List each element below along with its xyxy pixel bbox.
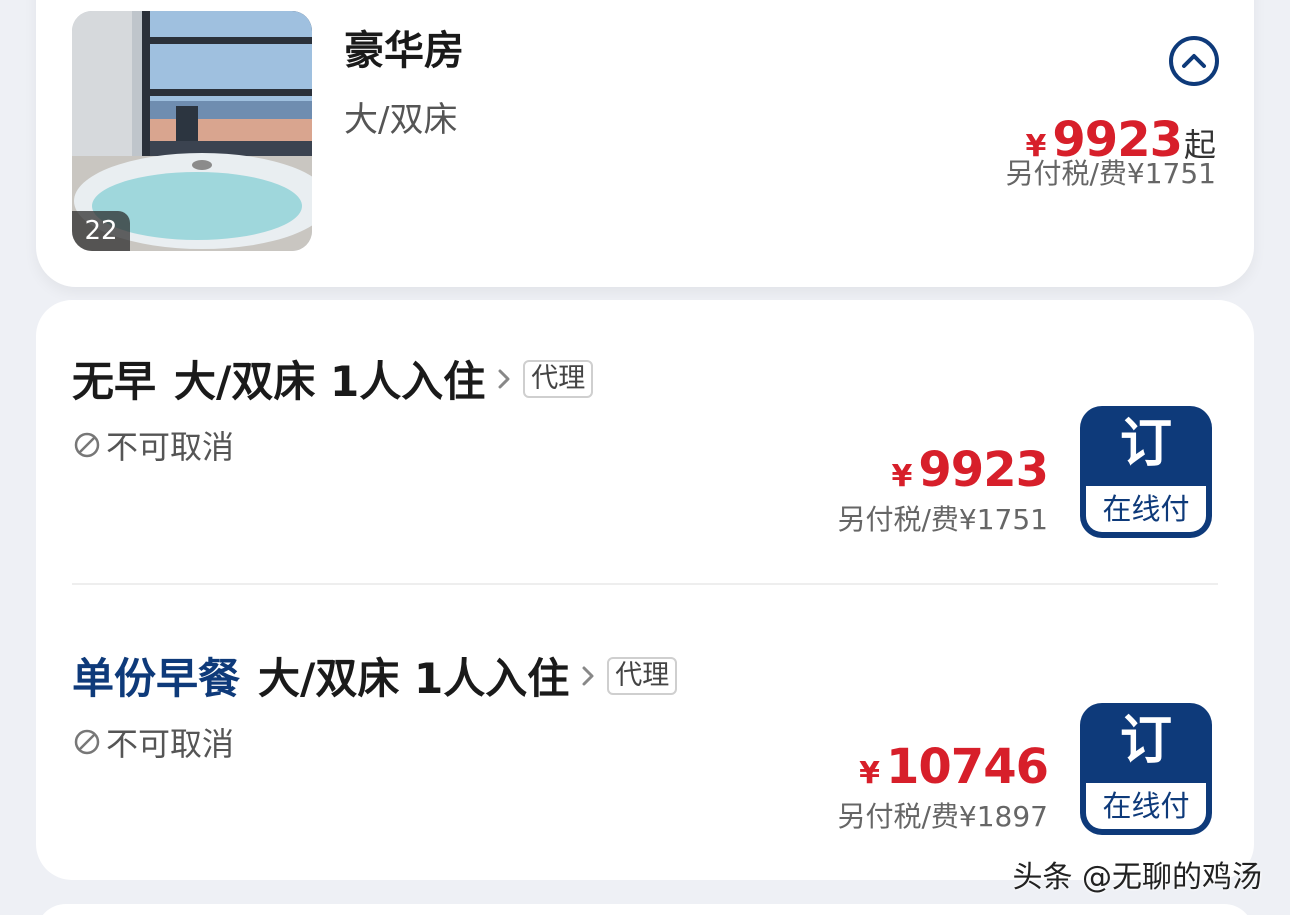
agent-tag: 代理 [523, 359, 594, 398]
plan-tax-note: 另付税/费¥1897 [837, 800, 1048, 833]
room-card[interactable]: 22 豪华房 大/双床 ¥ 9923 起 另付税/费¥1751 [36, 0, 1254, 287]
cancel-policy: 不可取消 [72, 422, 234, 468]
plan-price: ¥ 10746 [859, 739, 1049, 795]
rate-plans-list: 无早 大/双床 1人入住 代理 不可取消 ¥ 9923 另付税/费¥1751 订… [36, 300, 1254, 880]
collapse-button[interactable] [1169, 36, 1219, 86]
book-label: 订 [1119, 414, 1172, 474]
plan-tax-note: 另付税/费¥1751 [837, 503, 1048, 536]
photo-count-badge: 22 [72, 211, 130, 251]
plan-description: 大/双床 1人入住 [174, 357, 486, 406]
plan-price-value: 9923 [918, 442, 1049, 498]
plan-price-value: 10746 [886, 739, 1049, 795]
divider [72, 583, 1218, 585]
book-label: 订 [1119, 711, 1172, 771]
ban-icon [72, 727, 102, 757]
room-bed-type: 大/双床 [344, 100, 458, 140]
pay-online-label: 在线付 [1086, 486, 1206, 532]
next-card-edge [36, 904, 1254, 915]
plan-price: ¥ 9923 [891, 442, 1049, 498]
currency-symbol: ¥ [891, 459, 913, 494]
room-name: 豪华房 [344, 28, 464, 74]
rate-plan[interactable]: 单份早餐 大/双床 1人入住 代理 不可取消 ¥ 10746 另付税/费¥189… [36, 597, 1254, 887]
room-photo[interactable]: 22 [72, 11, 312, 251]
chevron-right-icon[interactable] [495, 365, 513, 393]
book-button[interactable]: 订 在线付 [1080, 406, 1212, 538]
book-button[interactable]: 订 在线付 [1080, 703, 1212, 835]
ban-icon [72, 430, 102, 460]
rate-plan-title[interactable]: 单份早餐 大/双床 1人入住 代理 [72, 645, 678, 706]
meal-plan: 单份早餐 [72, 654, 241, 703]
chevron-up-icon [1182, 54, 1206, 68]
agent-tag: 代理 [607, 656, 678, 695]
rate-plan-title[interactable]: 无早 大/双床 1人入住 代理 [72, 348, 594, 409]
rate-plan[interactable]: 无早 大/双床 1人入住 代理 不可取消 ¥ 9923 另付税/费¥1751 订… [36, 300, 1254, 590]
cancel-policy-text: 不可取消 [106, 725, 235, 763]
plan-description: 大/双床 1人入住 [258, 654, 570, 703]
room-tax-note: 另付税/费¥1751 [1005, 157, 1216, 190]
cancel-policy: 不可取消 [72, 719, 234, 765]
cancel-policy-text: 不可取消 [106, 428, 235, 466]
chevron-right-icon[interactable] [579, 662, 597, 690]
hotel-room-rates-page: 22 豪华房 大/双床 ¥ 9923 起 另付税/费¥1751 无早 大/双床 … [0, 0, 1290, 915]
meal-plan: 无早 [72, 357, 157, 406]
currency-symbol: ¥ [859, 756, 880, 791]
pay-online-label: 在线付 [1086, 783, 1206, 829]
watermark: 头条 @无聊的鸡汤 [1012, 860, 1262, 895]
